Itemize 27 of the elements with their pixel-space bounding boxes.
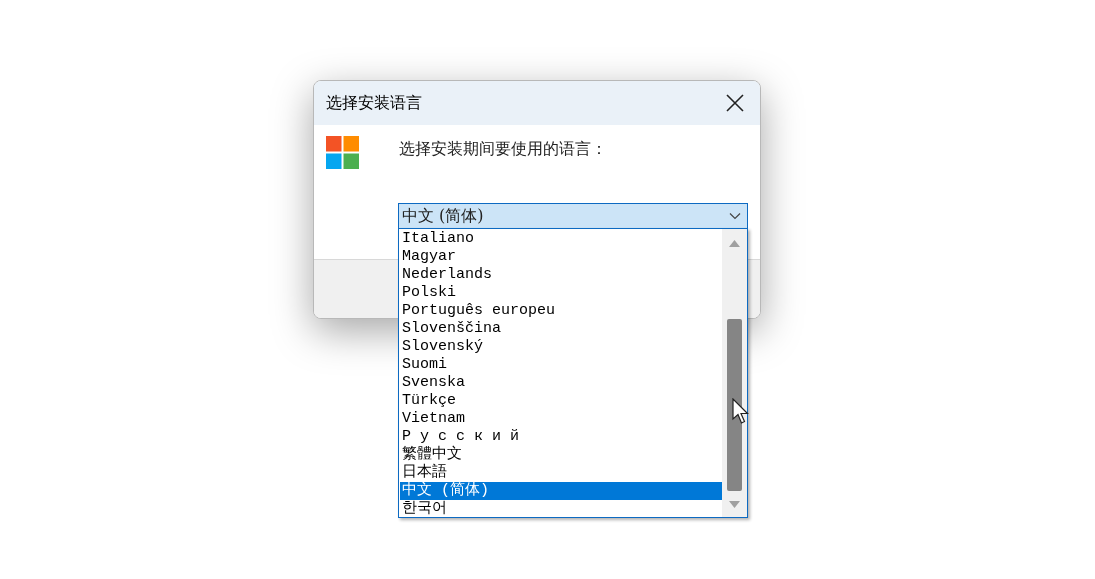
- language-option[interactable]: Português europeu: [400, 302, 722, 320]
- scroll-down-icon[interactable]: [729, 501, 740, 508]
- close-button[interactable]: [724, 92, 746, 114]
- language-option[interactable]: 中文 (简体): [400, 482, 722, 500]
- language-option[interactable]: Polski: [400, 284, 722, 302]
- scrollbar-thumb[interactable]: [727, 319, 742, 491]
- language-option[interactable]: Slovenščina: [400, 320, 722, 338]
- language-option[interactable]: 日本語: [400, 464, 722, 482]
- language-option[interactable]: Italiano: [400, 230, 722, 248]
- scrollbar[interactable]: [722, 229, 747, 517]
- prompt-text: 选择安装期间要使用的语言：: [399, 138, 607, 160]
- chevron-down-icon: [729, 212, 741, 220]
- language-option[interactable]: 繁體中文: [400, 446, 722, 464]
- language-dropdown[interactable]: 中文 (简体): [398, 203, 748, 229]
- language-option[interactable]: Vietnam: [400, 410, 722, 428]
- language-option[interactable]: 한국어: [400, 500, 722, 518]
- language-option[interactable]: Р у с с к и й: [400, 428, 722, 446]
- language-option[interactable]: Türkçe: [400, 392, 722, 410]
- windows-logo-icon: [326, 136, 359, 169]
- scroll-up-icon[interactable]: [729, 240, 740, 247]
- close-icon: [726, 94, 744, 112]
- language-option[interactable]: Magyar: [400, 248, 722, 266]
- language-option[interactable]: Slovenský: [400, 338, 722, 356]
- language-option[interactable]: Suomi: [400, 356, 722, 374]
- window-title: 选择安装语言: [326, 93, 422, 113]
- language-option[interactable]: Svenska: [400, 374, 722, 392]
- language-option[interactable]: Nederlands: [400, 266, 722, 284]
